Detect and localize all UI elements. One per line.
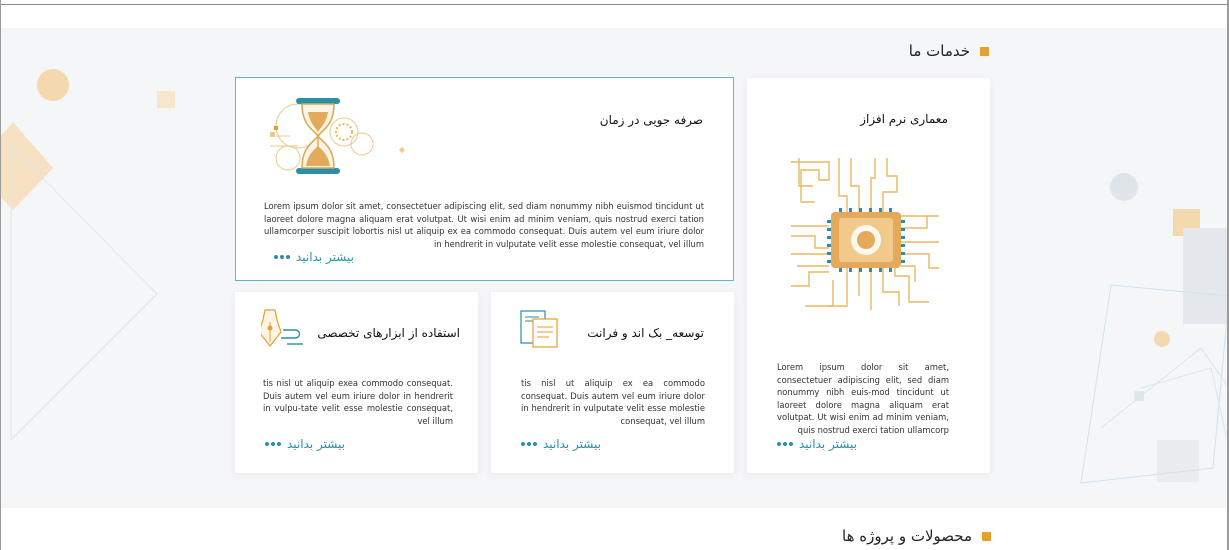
background-decoration-right bbox=[1080, 173, 1227, 484]
learn-more-link[interactable]: بیشتر بدانید bbox=[777, 437, 857, 451]
card-title: توسعه_ بک اند و فرانت bbox=[587, 326, 704, 340]
learn-more-label: بیشتر بدانید bbox=[287, 437, 345, 451]
services-title: خدمات ما bbox=[908, 42, 970, 60]
service-card-software-architecture: معماری نرم افزاز Lorem ipsum dolor sit a… bbox=[747, 78, 990, 473]
documents-icon bbox=[520, 310, 558, 348]
title-square-icon bbox=[982, 531, 991, 541]
learn-more-link[interactable]: بیشتر بدانید bbox=[265, 437, 345, 451]
products-heading: محصولات و پروژه ها bbox=[842, 527, 991, 545]
learn-more-link[interactable]: بیشتر بدانید bbox=[274, 250, 354, 264]
background-decoration-left bbox=[1, 69, 175, 442]
card-description: Lorem ipsum dolor sit amet, consectetuer… bbox=[264, 201, 704, 249]
card-description: tis nisl ut aliquip ex ea commodo conseq… bbox=[521, 378, 705, 426]
services-section: خدمات ما معماری نرم افزاز Lorem ipsum do… bbox=[1, 28, 1227, 508]
dots-icon bbox=[777, 442, 793, 446]
products-title: محصولات و پروژه ها bbox=[842, 527, 972, 545]
hourglass-icon bbox=[270, 98, 405, 174]
service-card-specialized-tools: استفاده از ابزارهای تخصصی tis nisl ut al… bbox=[235, 292, 478, 473]
title-square-icon bbox=[980, 46, 989, 56]
learn-more-label: بیشتر بدانید bbox=[543, 437, 601, 451]
top-bar bbox=[0, 0, 1229, 5]
learn-more-link[interactable]: بیشتر بدانید bbox=[521, 437, 601, 451]
card-title: صرفه جویی در زمان bbox=[599, 113, 703, 127]
dots-icon bbox=[265, 442, 281, 446]
dots-icon bbox=[274, 255, 290, 259]
pen-nib-icon bbox=[261, 309, 303, 347]
service-card-time-saving: صرفه جویی در زمان Lorem ipsum dolor sit … bbox=[235, 77, 734, 281]
card-description: Lorem ipsum dolor sit amet, consectetuer… bbox=[777, 362, 949, 435]
card-description: tis nisl ut aliquip exea commodo consequ… bbox=[263, 378, 453, 426]
circuit-chip-icon bbox=[791, 158, 939, 310]
service-card-backend-frontend: توسعه_ بک اند و فرانت tis nisl ut aliqui… bbox=[491, 292, 734, 473]
card-title: معماری نرم افزاز bbox=[860, 112, 948, 126]
learn-more-label: بیشتر بدانید bbox=[799, 437, 857, 451]
learn-more-label: بیشتر بدانید bbox=[296, 250, 354, 264]
card-title: استفاده از ابزارهای تخصصی bbox=[317, 326, 460, 340]
services-heading: خدمات ما bbox=[909, 42, 989, 60]
dots-icon bbox=[521, 442, 537, 446]
